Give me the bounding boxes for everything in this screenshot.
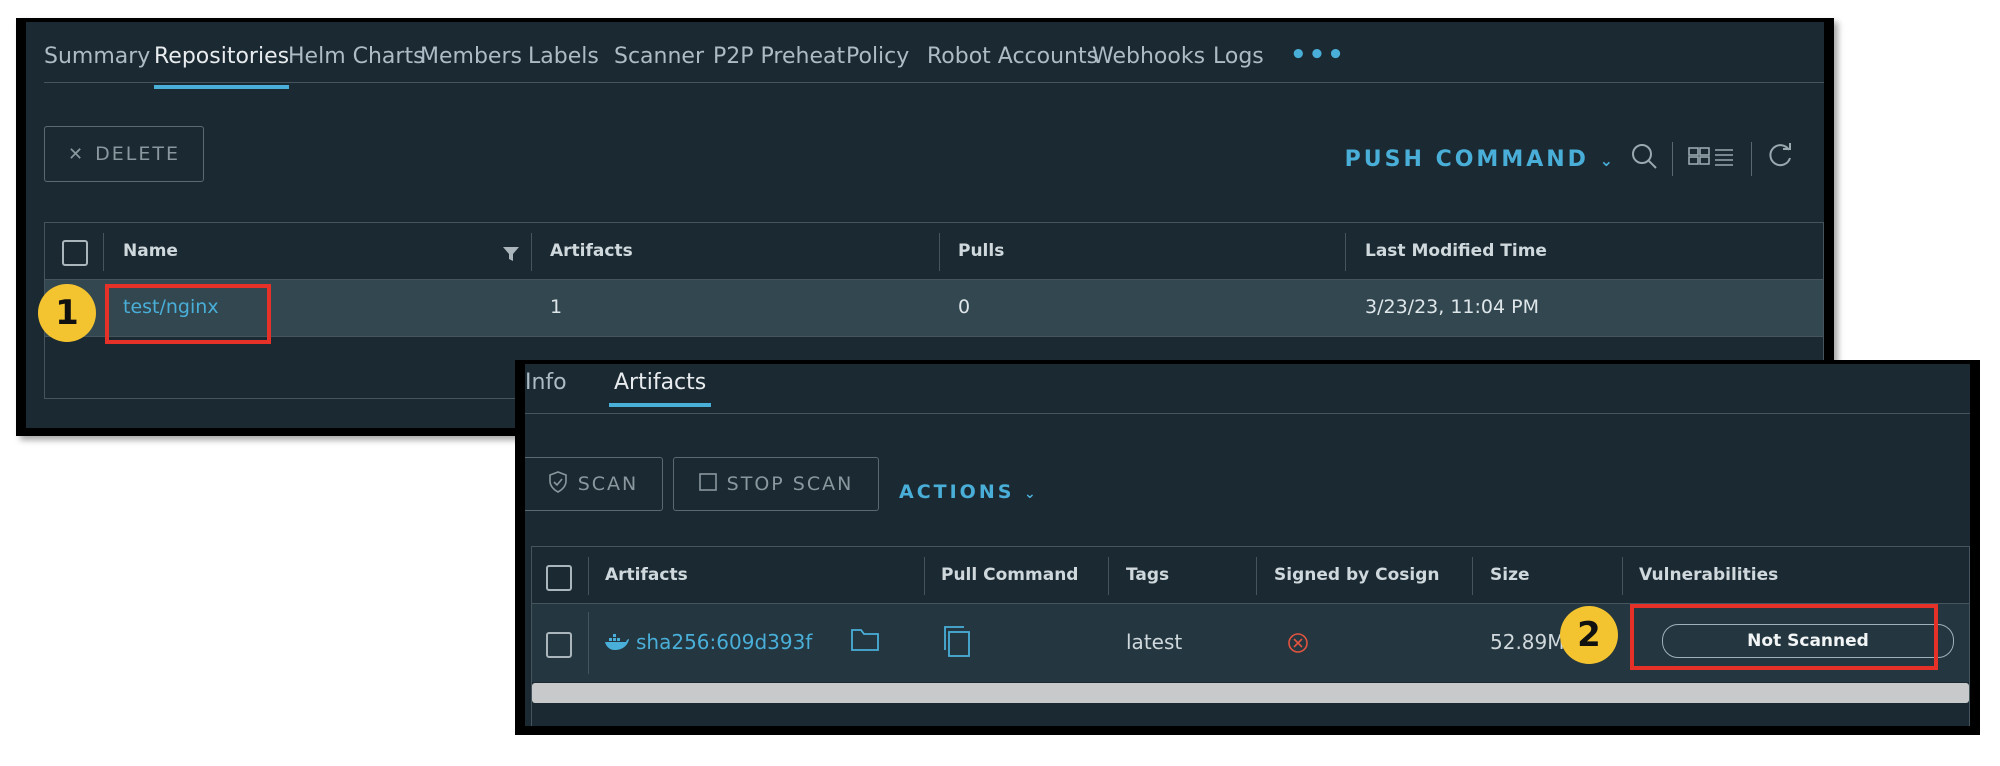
- chevron-down-icon: ⌄: [1024, 486, 1039, 502]
- row-checkbox[interactable]: [546, 632, 572, 658]
- artifact-tag: latest: [1126, 630, 1183, 654]
- actions-dropdown[interactable]: ACTIONS ⌄: [899, 481, 1039, 503]
- folder-icon[interactable]: [850, 626, 880, 657]
- tab-p2p-preheat[interactable]: P2P Preheat: [713, 44, 845, 69]
- artifact-digest-link[interactable]: sha256:609d393f: [636, 630, 812, 654]
- tab-summary[interactable]: Summary: [44, 44, 150, 69]
- column-divider: [588, 612, 589, 674]
- last-modified-time: 3/23/23, 11:04 PM: [1365, 296, 1539, 318]
- column-header-pulls[interactable]: Pulls: [958, 241, 1004, 261]
- scan-button-label: SCAN: [577, 473, 639, 495]
- column-header-artifacts[interactable]: Artifacts: [605, 565, 688, 585]
- column-header-pull-command[interactable]: Pull Command: [941, 565, 1078, 585]
- column-header-signed-by-cosign[interactable]: Signed by Cosign: [1274, 565, 1440, 585]
- stop-scan-button-label: STOP SCAN: [726, 473, 854, 495]
- tab-webhooks[interactable]: Webhooks: [1092, 44, 1205, 69]
- tab-scanner[interactable]: Scanner: [614, 44, 704, 69]
- artifact-size: 52.89M: [1490, 630, 1565, 654]
- select-all-checkbox[interactable]: [546, 565, 572, 591]
- table-header: Artifacts Pull Command Tags Signed by Co…: [532, 547, 1969, 604]
- stop-scan-button[interactable]: STOP SCAN: [673, 457, 879, 511]
- column-divider: [924, 557, 925, 595]
- column-divider: [531, 233, 532, 271]
- tab-members[interactable]: Members: [420, 44, 522, 69]
- actions-label: ACTIONS: [899, 481, 1015, 503]
- scan-button[interactable]: SCAN: [525, 457, 663, 511]
- delete-button-label: DELETE: [95, 143, 180, 165]
- copy-icon[interactable]: [942, 624, 972, 663]
- step-badge-1: 1: [38, 284, 96, 342]
- repository-tabs: Info Artifacts: [525, 364, 1970, 414]
- pull-count: 0: [958, 296, 971, 318]
- push-command-label: PUSH COMMAND: [1344, 146, 1589, 172]
- column-divider: [1622, 557, 1623, 595]
- column-header-artifacts[interactable]: Artifacts: [550, 241, 633, 261]
- push-command-button[interactable]: PUSH COMMAND ⌄: [1345, 147, 1616, 172]
- tab-logs[interactable]: Logs: [1213, 44, 1264, 69]
- column-header-size[interactable]: Size: [1490, 565, 1530, 585]
- tab-policy[interactable]: Policy: [846, 44, 909, 69]
- horizontal-scrollbar[interactable]: [532, 683, 1969, 703]
- card-list-view-toggle-icon[interactable]: [1687, 144, 1737, 174]
- repository-toolbar: PUSH COMMAND ⌄: [1345, 142, 1794, 176]
- artifact-count: 1: [550, 296, 563, 318]
- refresh-icon[interactable]: [1766, 142, 1794, 176]
- docker-icon: [604, 632, 630, 656]
- column-divider: [1108, 557, 1109, 595]
- column-header-last-modified[interactable]: Last Modified Time: [1365, 241, 1547, 261]
- more-tabs-icon[interactable]: •••: [1290, 40, 1346, 70]
- select-all-checkbox[interactable]: [62, 240, 88, 266]
- step-badge-2: 2: [1560, 606, 1618, 664]
- chevron-down-icon: ⌄: [1599, 150, 1616, 170]
- tab-info[interactable]: Info: [525, 370, 567, 395]
- column-header-vulnerabilities[interactable]: Vulnerabilities: [1639, 565, 1778, 585]
- column-divider: [1256, 557, 1257, 595]
- stop-icon: [698, 472, 717, 496]
- column-divider: [1345, 233, 1346, 271]
- artifacts-panel: Info Artifacts SCAN STOP SCAN ACTIONS ⌄ …: [515, 360, 1980, 735]
- highlight-box-vulnerabilities: [1630, 604, 1938, 670]
- table-row[interactable]: test/nginx 1 0 3/23/23, 11:04 PM: [45, 280, 1823, 337]
- column-divider: [939, 233, 940, 271]
- tab-artifacts[interactable]: Artifacts: [608, 370, 712, 407]
- tab-labels[interactable]: Labels: [528, 44, 599, 69]
- delete-button[interactable]: ✕ DELETE: [44, 126, 204, 182]
- column-divider: [1472, 557, 1473, 595]
- not-signed-icon: [1287, 632, 1309, 659]
- tab-helm-charts[interactable]: Helm Charts: [288, 44, 425, 69]
- column-divider: [103, 233, 104, 271]
- tab-repositories[interactable]: Repositories: [154, 44, 290, 89]
- table-header: Name Artifacts Pulls Last Modified Time: [45, 223, 1823, 280]
- search-icon[interactable]: [1630, 142, 1658, 176]
- toolbar-divider: [1751, 142, 1752, 176]
- toolbar-divider: [1672, 142, 1673, 176]
- project-tabs: Summary Repositories Helm Charts Members…: [44, 22, 1824, 89]
- column-header-name[interactable]: Name: [123, 241, 178, 261]
- highlight-box-repository: [105, 284, 271, 344]
- column-divider: [588, 557, 589, 595]
- tab-robot-accounts[interactable]: Robot Accounts: [927, 44, 1098, 69]
- column-header-tags[interactable]: Tags: [1126, 565, 1169, 585]
- close-icon: ✕: [68, 143, 86, 165]
- filter-icon[interactable]: [502, 245, 520, 267]
- shield-check-icon: [548, 470, 568, 498]
